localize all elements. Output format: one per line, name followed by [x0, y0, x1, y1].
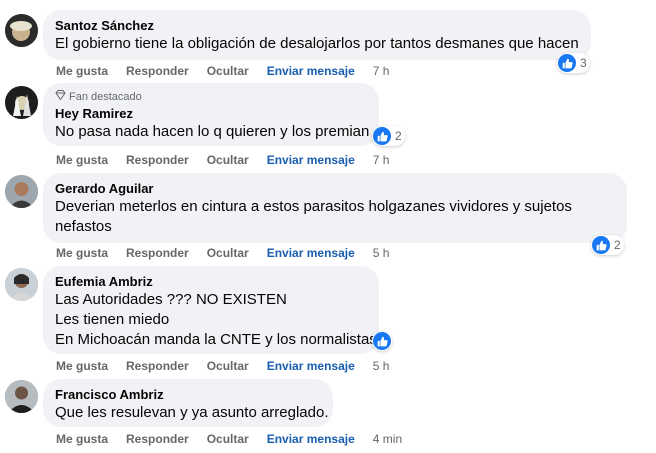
- avatar[interactable]: [5, 14, 38, 47]
- send-message-button[interactable]: Enviar mensaje: [267, 152, 355, 168]
- comment-actions: Me gusta Responder Ocultar Enviar mensaj…: [56, 152, 407, 168]
- comment-actions: Me gusta Responder Ocultar Enviar mensaj…: [56, 358, 407, 374]
- reaction-count[interactable]: [372, 331, 392, 351]
- comment-bubble: Gerardo Aguilar Deverian meterlos en cin…: [43, 173, 627, 243]
- send-message-button[interactable]: Enviar mensaje: [267, 358, 355, 374]
- like-button[interactable]: Me gusta: [56, 152, 108, 168]
- comment-actions: Me gusta Responder Ocultar Enviar mensaj…: [56, 431, 420, 447]
- timestamp[interactable]: 7 h: [373, 152, 390, 168]
- hide-button[interactable]: Ocultar: [207, 431, 249, 447]
- reply-button[interactable]: Responder: [126, 152, 189, 168]
- comment-text: El gobierno tiene la obligación de desal…: [55, 35, 579, 52]
- reaction-count[interactable]: 2: [372, 126, 405, 146]
- comment-author[interactable]: Francisco Ambriz: [55, 387, 321, 403]
- diamond-icon: [55, 90, 66, 104]
- timestamp[interactable]: 4 min: [373, 431, 402, 447]
- send-message-button[interactable]: Enviar mensaje: [267, 431, 355, 447]
- comment-bubble: Eufemia Ambriz Las Autoridades ??? NO EX…: [43, 266, 379, 354]
- hide-button[interactable]: Ocultar: [207, 152, 249, 168]
- like-button[interactable]: Me gusta: [56, 358, 108, 374]
- like-button[interactable]: Me gusta: [56, 63, 108, 79]
- hide-button[interactable]: Ocultar: [207, 358, 249, 374]
- timestamp[interactable]: 7 h: [373, 63, 390, 79]
- reply-button[interactable]: Responder: [126, 245, 189, 261]
- send-message-button[interactable]: Enviar mensaje: [267, 63, 355, 79]
- comment-actions: Me gusta Responder Ocultar Enviar mensaj…: [56, 245, 407, 261]
- comment-bubble: Fan destacado Hey Ramirez No pasa nada h…: [43, 83, 379, 146]
- reply-button[interactable]: Responder: [126, 358, 189, 374]
- avatar[interactable]: [5, 380, 38, 413]
- comment-bubble: Santoz Sánchez El gobierno tiene la obli…: [43, 10, 591, 60]
- hide-button[interactable]: Ocultar: [207, 63, 249, 79]
- comment-text: Que les resulevan y ya asunto arreglado.: [55, 404, 329, 421]
- comment-author[interactable]: Gerardo Aguilar: [55, 181, 615, 197]
- like-reaction-icon: [592, 236, 610, 254]
- comment-text: Las Autoridades ??? NO EXISTEN Les tiene…: [55, 291, 377, 348]
- like-button[interactable]: Me gusta: [56, 431, 108, 447]
- comment-text: No pasa nada hacen lo q quieren y los pr…: [55, 123, 370, 140]
- comment-author[interactable]: Eufemia Ambriz: [55, 274, 367, 290]
- comment-author[interactable]: Santoz Sánchez: [55, 18, 579, 34]
- timestamp[interactable]: 5 h: [373, 358, 390, 374]
- like-reaction-icon: [558, 54, 576, 72]
- reaction-count[interactable]: 2: [591, 235, 624, 255]
- top-fan-badge: Fan destacado: [55, 90, 367, 104]
- like-reaction-icon: [373, 127, 391, 145]
- avatar[interactable]: [5, 86, 38, 119]
- hide-button[interactable]: Ocultar: [207, 245, 249, 261]
- like-reaction-icon: [373, 332, 391, 350]
- comment-author[interactable]: Hey Ramirez: [55, 106, 367, 122]
- avatar[interactable]: [5, 268, 38, 301]
- comment-bubble: Francisco Ambriz Que les resulevan y ya …: [43, 379, 333, 427]
- comment-actions: Me gusta Responder Ocultar Enviar mensaj…: [56, 63, 407, 79]
- reply-button[interactable]: Responder: [126, 63, 189, 79]
- like-button[interactable]: Me gusta: [56, 245, 108, 261]
- comment-text: Deverian meterlos en cintura a estos par…: [55, 198, 572, 235]
- reply-button[interactable]: Responder: [126, 431, 189, 447]
- avatar[interactable]: [5, 175, 38, 208]
- send-message-button[interactable]: Enviar mensaje: [267, 245, 355, 261]
- reaction-count[interactable]: 3: [557, 53, 590, 73]
- timestamp[interactable]: 5 h: [373, 245, 390, 261]
